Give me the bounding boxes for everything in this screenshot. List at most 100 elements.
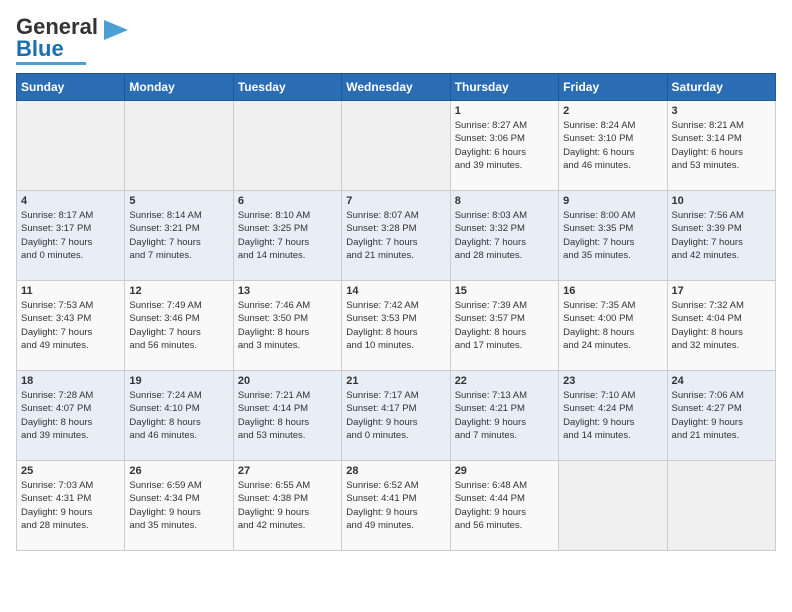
day-number: 26 [129, 465, 228, 477]
day-info: Sunrise: 7:42 AM Sunset: 3:53 PM Dayligh… [346, 299, 445, 352]
logo-text: GeneralBlue [16, 16, 98, 60]
day-number: 23 [563, 375, 662, 387]
calendar-week-row: 1 Sunrise: 8:27 AM Sunset: 3:06 PM Daylig… [17, 101, 776, 191]
day-info: Sunrise: 8:17 AM Sunset: 3:17 PM Dayligh… [21, 209, 120, 262]
calendar-cell: 17 Sunrise: 7:32 AM Sunset: 4:04 PM Dayli… [667, 281, 775, 371]
day-number: 24 [672, 375, 771, 387]
calendar-cell: 4 Sunrise: 8:17 AM Sunset: 3:17 PM Daylig… [17, 191, 125, 281]
day-number: 12 [129, 285, 228, 297]
calendar-cell [667, 461, 775, 551]
calendar-cell [233, 101, 341, 191]
calendar-cell: 20Sunrise: 7:21 AM Sunset: 4:14 PM Dayli… [233, 371, 341, 461]
calendar-cell: 1 Sunrise: 8:27 AM Sunset: 3:06 PM Daylig… [450, 101, 558, 191]
day-number: 5 [129, 195, 228, 207]
day-number: 19 [129, 375, 228, 387]
day-number: 3 [672, 105, 771, 117]
calendar-cell: 29 Sunrise: 6:48 AM Sunset: 4:44 PM Dayli… [450, 461, 558, 551]
calendar-cell: 14 Sunrise: 7:42 AM Sunset: 3:53 PM Dayli… [342, 281, 450, 371]
day-info: Sunrise: 7:10 AM Sunset: 4:24 PM Dayligh… [563, 389, 662, 442]
day-number: 13 [238, 285, 337, 297]
day-info: Sunrise: 7:53 AM Sunset: 3:43 PM Dayligh… [21, 299, 120, 352]
calendar-week-row: 11 Sunrise: 7:53 AM Sunset: 3:43 PM Dayli… [17, 281, 776, 371]
calendar-week-row: 18Sunrise: 7:28 AM Sunset: 4:07 PM Dayli… [17, 371, 776, 461]
calendar-header-row: SundayMondayTuesdayWednesdayThursdayFrid… [17, 74, 776, 101]
day-info: Sunrise: 7:35 AM Sunset: 4:00 PM Dayligh… [563, 299, 662, 352]
day-info: Sunrise: 7:46 AM Sunset: 3:50 PM Dayligh… [238, 299, 337, 352]
calendar-cell: 21 Sunrise: 7:17 AM Sunset: 4:17 PM Dayli… [342, 371, 450, 461]
day-number: 16 [563, 285, 662, 297]
day-info: Sunrise: 7:21 AM Sunset: 4:14 PM Dayligh… [238, 389, 337, 442]
day-number: 14 [346, 285, 445, 297]
calendar-cell: 11 Sunrise: 7:53 AM Sunset: 3:43 PM Dayli… [17, 281, 125, 371]
day-number: 6 [238, 195, 337, 207]
day-info: Sunrise: 8:00 AM Sunset: 3:35 PM Dayligh… [563, 209, 662, 262]
day-info: Sunrise: 8:10 AM Sunset: 3:25 PM Dayligh… [238, 209, 337, 262]
day-number: 29 [455, 465, 554, 477]
weekday-header-thursday: Thursday [450, 74, 558, 101]
logo: GeneralBlue [16, 16, 128, 65]
day-info: Sunrise: 6:52 AM Sunset: 4:41 PM Dayligh… [346, 479, 445, 532]
day-number: 9 [563, 195, 662, 207]
day-info: Sunrise: 6:48 AM Sunset: 4:44 PM Dayligh… [455, 479, 554, 532]
calendar-cell: 7Sunrise: 8:07 AM Sunset: 3:28 PM Daylig… [342, 191, 450, 281]
day-info: Sunrise: 8:27 AM Sunset: 3:06 PM Dayligh… [455, 119, 554, 172]
day-info: Sunrise: 7:17 AM Sunset: 4:17 PM Dayligh… [346, 389, 445, 442]
day-number: 2 [563, 105, 662, 117]
day-info: Sunrise: 7:56 AM Sunset: 3:39 PM Dayligh… [672, 209, 771, 262]
calendar-week-row: 4 Sunrise: 8:17 AM Sunset: 3:17 PM Daylig… [17, 191, 776, 281]
weekday-header-wednesday: Wednesday [342, 74, 450, 101]
day-number: 21 [346, 375, 445, 387]
calendar-cell: 12Sunrise: 7:49 AM Sunset: 3:46 PM Dayli… [125, 281, 233, 371]
day-info: Sunrise: 8:14 AM Sunset: 3:21 PM Dayligh… [129, 209, 228, 262]
calendar-cell: 18Sunrise: 7:28 AM Sunset: 4:07 PM Dayli… [17, 371, 125, 461]
day-info: Sunrise: 6:59 AM Sunset: 4:34 PM Dayligh… [129, 479, 228, 532]
calendar-cell: 25 Sunrise: 7:03 AM Sunset: 4:31 PM Dayli… [17, 461, 125, 551]
day-info: Sunrise: 7:13 AM Sunset: 4:21 PM Dayligh… [455, 389, 554, 442]
day-info: Sunrise: 8:21 AM Sunset: 3:14 PM Dayligh… [672, 119, 771, 172]
calendar-cell: 15Sunrise: 7:39 AM Sunset: 3:57 PM Dayli… [450, 281, 558, 371]
calendar-cell: 24 Sunrise: 7:06 AM Sunset: 4:27 PM Dayli… [667, 371, 775, 461]
day-info: Sunrise: 7:39 AM Sunset: 3:57 PM Dayligh… [455, 299, 554, 352]
calendar-cell: 16 Sunrise: 7:35 AM Sunset: 4:00 PM Dayli… [559, 281, 667, 371]
calendar-cell: 22 Sunrise: 7:13 AM Sunset: 4:21 PM Dayli… [450, 371, 558, 461]
day-number: 22 [455, 375, 554, 387]
calendar-cell: 27Sunrise: 6:55 AM Sunset: 4:38 PM Dayli… [233, 461, 341, 551]
calendar-cell: 19 Sunrise: 7:24 AM Sunset: 4:10 PM Dayli… [125, 371, 233, 461]
weekday-header-saturday: Saturday [667, 74, 775, 101]
calendar-cell: 9 Sunrise: 8:00 AM Sunset: 3:35 PM Daylig… [559, 191, 667, 281]
day-number: 27 [238, 465, 337, 477]
calendar-cell: 10 Sunrise: 7:56 AM Sunset: 3:39 PM Dayli… [667, 191, 775, 281]
weekday-header-tuesday: Tuesday [233, 74, 341, 101]
calendar-cell: 5 Sunrise: 8:14 AM Sunset: 3:21 PM Daylig… [125, 191, 233, 281]
calendar-cell: 13 Sunrise: 7:46 AM Sunset: 3:50 PM Dayli… [233, 281, 341, 371]
logo-underline [16, 62, 86, 65]
day-number: 4 [21, 195, 120, 207]
calendar-cell [342, 101, 450, 191]
day-number: 25 [21, 465, 120, 477]
calendar-cell: 23 Sunrise: 7:10 AM Sunset: 4:24 PM Dayli… [559, 371, 667, 461]
calendar-week-row: 25 Sunrise: 7:03 AM Sunset: 4:31 PM Dayli… [17, 461, 776, 551]
day-info: Sunrise: 7:24 AM Sunset: 4:10 PM Dayligh… [129, 389, 228, 442]
calendar-cell [559, 461, 667, 551]
calendar-cell: 8Sunrise: 8:03 AM Sunset: 3:32 PM Daylig… [450, 191, 558, 281]
day-number: 28 [346, 465, 445, 477]
weekday-header-friday: Friday [559, 74, 667, 101]
day-info: Sunrise: 7:03 AM Sunset: 4:31 PM Dayligh… [21, 479, 120, 532]
day-info: Sunrise: 8:03 AM Sunset: 3:32 PM Dayligh… [455, 209, 554, 262]
day-info: Sunrise: 7:06 AM Sunset: 4:27 PM Dayligh… [672, 389, 771, 442]
calendar-cell: 2 Sunrise: 8:24 AM Sunset: 3:10 PM Daylig… [559, 101, 667, 191]
day-number: 11 [21, 285, 120, 297]
day-info: Sunrise: 7:28 AM Sunset: 4:07 PM Dayligh… [21, 389, 120, 442]
day-info: Sunrise: 7:32 AM Sunset: 4:04 PM Dayligh… [672, 299, 771, 352]
page-header: GeneralBlue [16, 16, 776, 65]
calendar-body: 1 Sunrise: 8:27 AM Sunset: 3:06 PM Daylig… [17, 101, 776, 551]
calendar-cell: 6 Sunrise: 8:10 AM Sunset: 3:25 PM Daylig… [233, 191, 341, 281]
day-info: Sunrise: 8:24 AM Sunset: 3:10 PM Dayligh… [563, 119, 662, 172]
calendar-cell [17, 101, 125, 191]
day-number: 10 [672, 195, 771, 207]
day-number: 1 [455, 105, 554, 117]
day-info: Sunrise: 8:07 AM Sunset: 3:28 PM Dayligh… [346, 209, 445, 262]
day-number: 17 [672, 285, 771, 297]
weekday-header-monday: Monday [125, 74, 233, 101]
logo-blue: Blue [16, 36, 64, 61]
